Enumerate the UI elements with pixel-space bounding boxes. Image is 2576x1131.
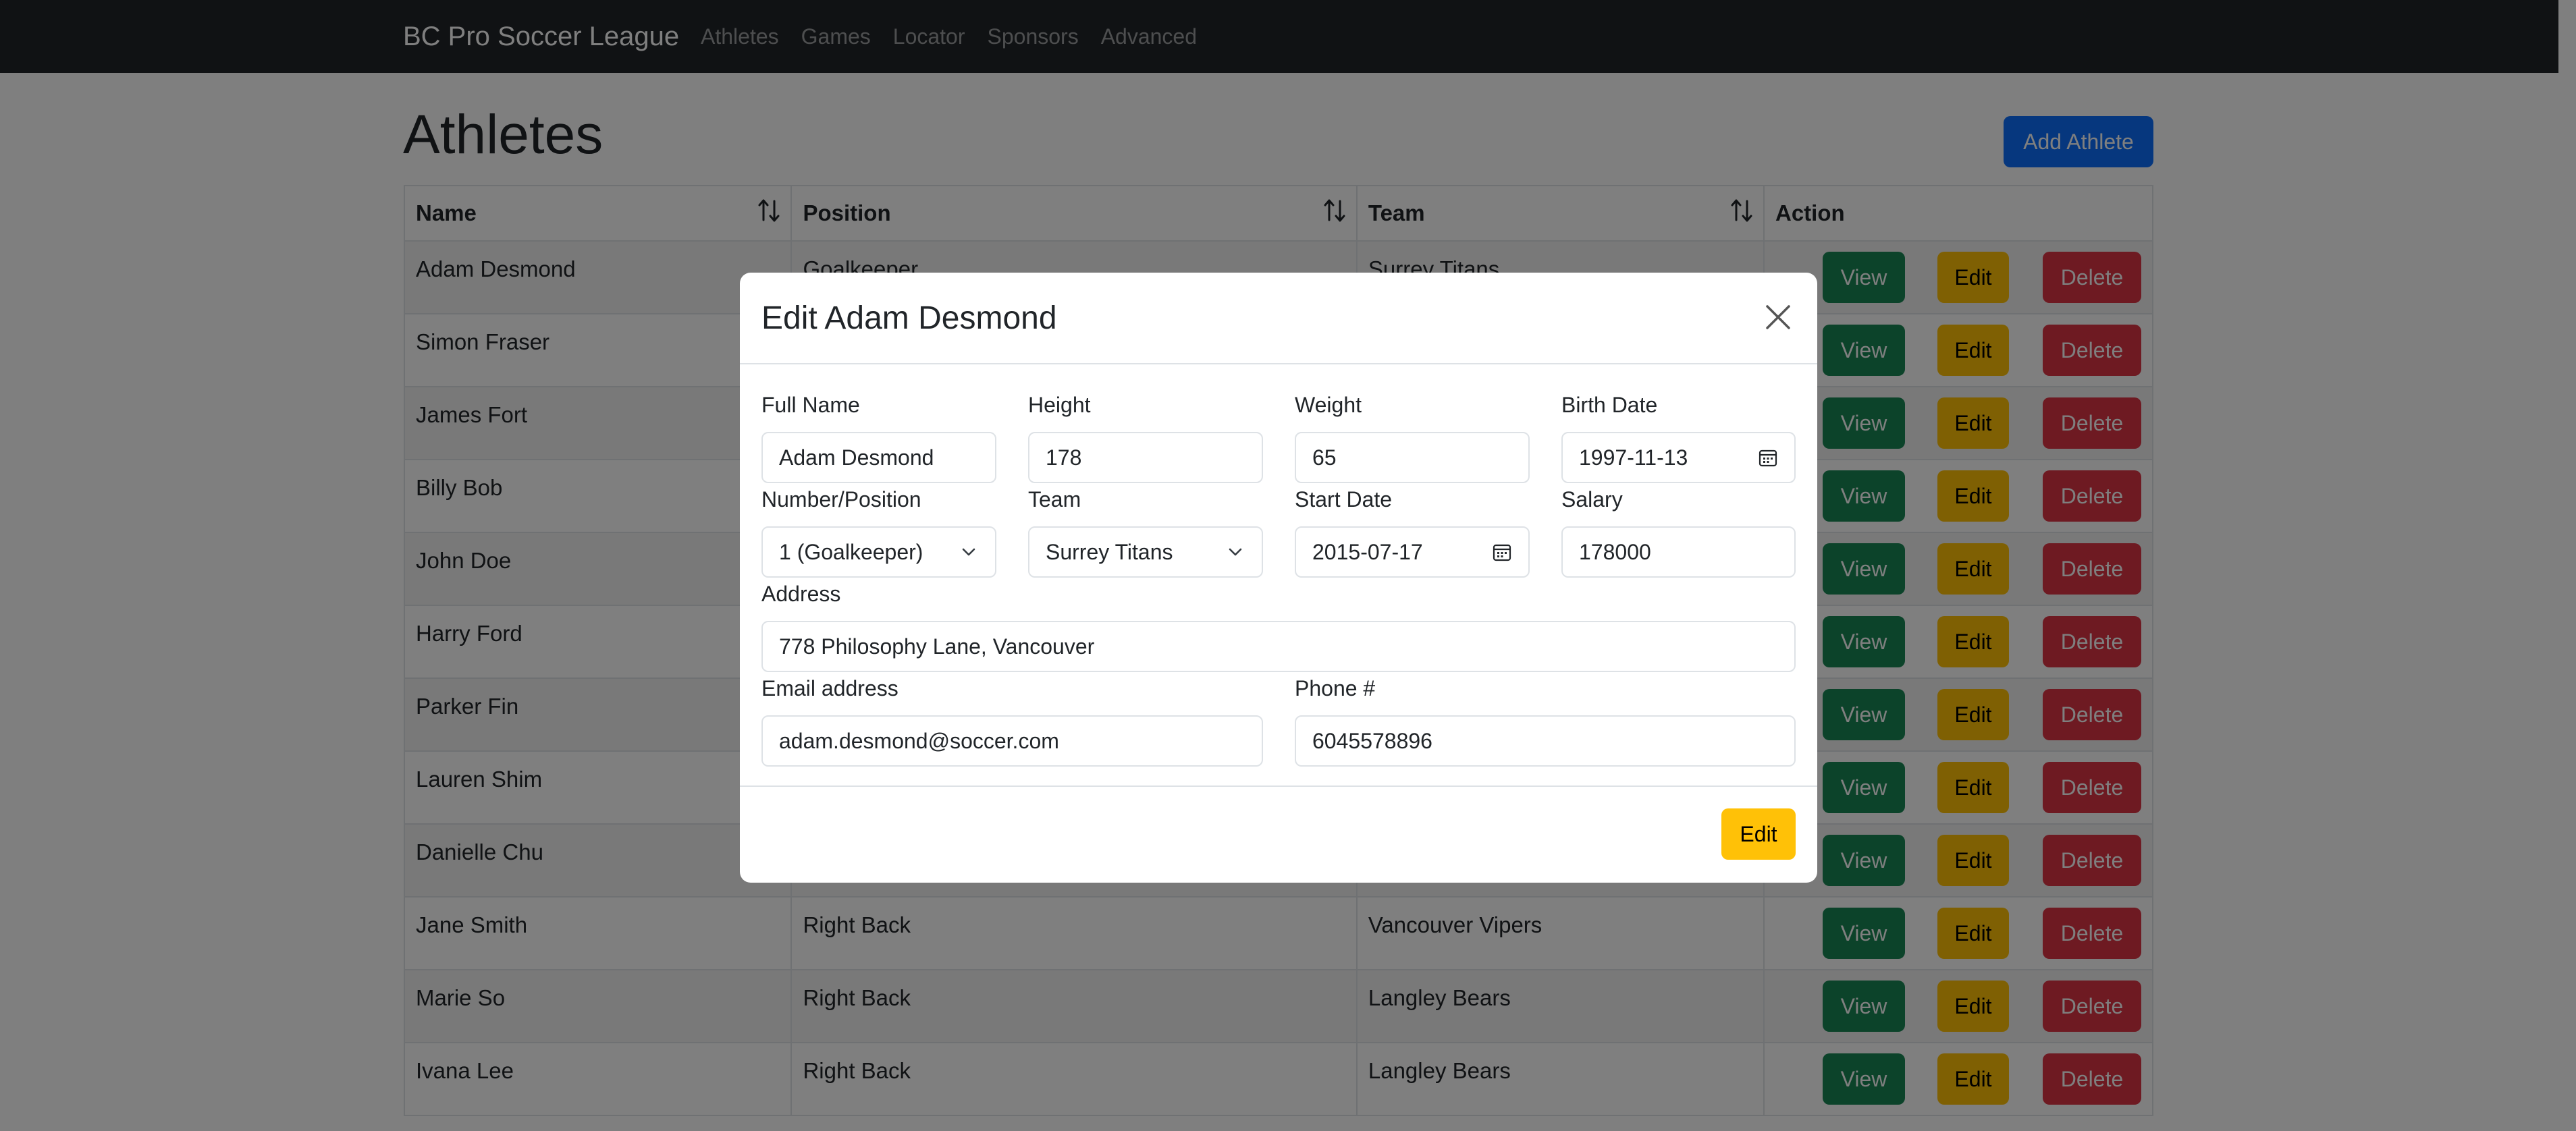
- birth-date-label: Birth Date: [1561, 393, 1658, 417]
- birth-date-input[interactable]: 1997-11-13: [1561, 432, 1796, 483]
- modal-header: Edit Adam Desmond: [740, 273, 1817, 364]
- team-value: Surrey Titans: [1046, 539, 1173, 564]
- email-label: Email address: [761, 676, 898, 700]
- salary-label: Salary: [1561, 487, 1623, 512]
- number-position-value: 1 (Goalkeeper): [779, 539, 923, 564]
- address-value: 778 Philosophy Lane, Vancouver: [779, 634, 1095, 659]
- chevron-down-icon: [962, 548, 975, 556]
- weight-value: 65: [1312, 445, 1337, 470]
- team-label: Team: [1028, 487, 1081, 512]
- salary-input[interactable]: 178000: [1561, 526, 1796, 578]
- start-date-value: 2015-07-17: [1312, 539, 1423, 564]
- birth-date-value: 1997-11-13: [1579, 445, 1688, 470]
- start-date-label: Start Date: [1295, 487, 1393, 512]
- email-value: adam.desmond@soccer.com: [779, 728, 1059, 753]
- team-select[interactable]: Surrey Titans: [1028, 526, 1263, 578]
- full-name-label: Full Name: [761, 393, 860, 417]
- phone-input[interactable]: 6045578896: [1295, 715, 1796, 767]
- chevron-down-icon: [1229, 548, 1242, 556]
- phone-label: Phone #: [1295, 676, 1376, 700]
- height-label: Height: [1028, 393, 1091, 417]
- edit-athlete-modal: Edit Adam Desmond Full Name Adam Desmond…: [740, 273, 1817, 883]
- number-position-label: Number/Position: [761, 487, 921, 512]
- salary-value: 178000: [1579, 539, 1651, 564]
- start-date-input[interactable]: 2015-07-17: [1295, 526, 1530, 578]
- weight-input[interactable]: 65: [1295, 432, 1530, 483]
- full-name-value: Adam Desmond: [779, 445, 934, 470]
- address-label: Address: [761, 582, 841, 606]
- height-value: 178: [1046, 445, 1082, 470]
- calendar-icon[interactable]: [1758, 447, 1778, 468]
- address-input[interactable]: 778 Philosophy Lane, Vancouver: [761, 621, 1796, 672]
- height-input[interactable]: 178: [1028, 432, 1263, 483]
- calendar-icon[interactable]: [1492, 542, 1512, 562]
- phone-value: 6045578896: [1312, 728, 1432, 753]
- number-position-select[interactable]: 1 (Goalkeeper): [761, 526, 996, 578]
- modal-footer: Edit: [740, 785, 1817, 883]
- full-name-input[interactable]: Adam Desmond: [761, 432, 996, 483]
- email-input[interactable]: adam.desmond@soccer.com: [761, 715, 1263, 767]
- submit-edit-button[interactable]: Edit: [1721, 808, 1796, 860]
- close-icon[interactable]: [1765, 304, 1792, 331]
- modal-title: Edit Adam Desmond: [761, 300, 1057, 336]
- weight-label: Weight: [1295, 393, 1362, 417]
